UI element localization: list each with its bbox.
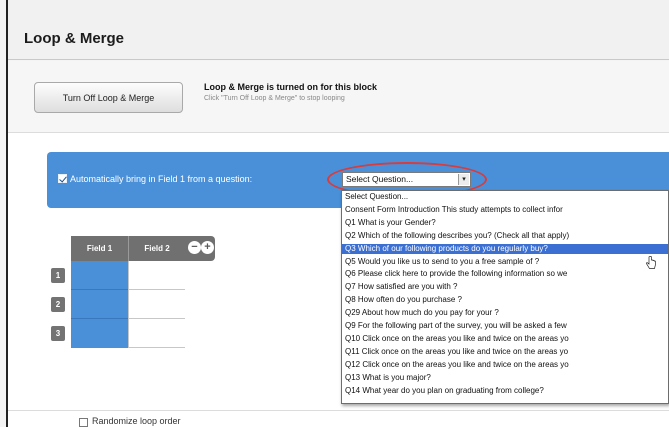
field-2-cell-row-3[interactable] <box>128 319 185 348</box>
field-1-cell-row-2[interactable] <box>71 290 128 319</box>
question-option[interactable]: Select Question... <box>342 192 668 202</box>
randomize-loop-order-checkbox[interactable] <box>79 418 88 427</box>
question-option[interactable]: Q8 How often do you purchase ? <box>342 295 668 305</box>
question-option[interactable]: Q1 What is your Gender? <box>342 218 668 228</box>
question-option[interactable]: Q10 Click once on the areas you like and… <box>342 334 668 344</box>
row-number-1: 1 <box>51 268 65 283</box>
question-option[interactable]: Q14 What year do you plan on graduating … <box>342 386 668 396</box>
question-option[interactable]: Q6 Please click here to provide the foll… <box>342 269 668 279</box>
add-field-button[interactable]: + <box>201 241 214 254</box>
loop-merge-toggle-row: Turn Off Loop & Merge Loop & Merge is tu… <box>8 61 669 133</box>
question-option[interactable]: Q7 How satisfied are you with ? <box>342 282 668 292</box>
remove-field-button[interactable]: − <box>188 241 201 254</box>
field-2-header: Field 2 <box>128 236 185 261</box>
question-option[interactable]: Q11 Click once on the areas you like and… <box>342 347 668 357</box>
question-option[interactable]: Q3 Which of our following products do yo… <box>342 243 668 254</box>
field-1-header: Field 1 <box>71 236 128 261</box>
question-option[interactable]: Q13 What is you major? <box>342 373 668 383</box>
question-option[interactable]: Q2 Which of the following describes you?… <box>342 231 668 241</box>
hand-cursor-icon <box>646 256 656 269</box>
dialog-header: Loop & Merge <box>8 0 669 60</box>
field-1-cell-row-1[interactable] <box>71 261 128 290</box>
randomize-loop-order-label: Randomize loop order <box>92 416 181 426</box>
row-number-2: 2 <box>51 297 65 312</box>
field-2-cell-row-2[interactable] <box>128 290 185 319</box>
auto-field-checkbox[interactable] <box>58 174 67 183</box>
field-2-cell-row-1[interactable] <box>128 261 185 290</box>
question-option[interactable]: Q29 About how much do you pay for your ? <box>342 308 668 318</box>
question-option[interactable]: Q9 For the following part of the survey,… <box>342 321 668 331</box>
row-number-3: 3 <box>51 326 65 341</box>
dialog-title: Loop & Merge <box>24 30 124 47</box>
question-option[interactable]: Consent Form Introduction This study att… <box>342 205 668 215</box>
divider <box>8 410 669 411</box>
auto-field-label: Automatically bring in Field 1 from a qu… <box>70 174 253 184</box>
loop-merge-status-title: Loop & Merge is turned on for this block <box>204 82 378 92</box>
turn-off-loop-merge-button[interactable]: Turn Off Loop & Merge <box>34 82 183 113</box>
question-option[interactable]: Q12 Click once on the areas you like and… <box>342 360 668 370</box>
loop-merge-status-hint: Click "Turn Off Loop & Merge" to stop lo… <box>204 95 345 102</box>
field-1-cell-row-3[interactable] <box>71 319 128 348</box>
question-dropdown-list[interactable]: Select Question... Consent Form Introduct… <box>341 190 669 404</box>
question-option[interactable]: Q5 Would you like us to send to you a fr… <box>342 257 668 267</box>
